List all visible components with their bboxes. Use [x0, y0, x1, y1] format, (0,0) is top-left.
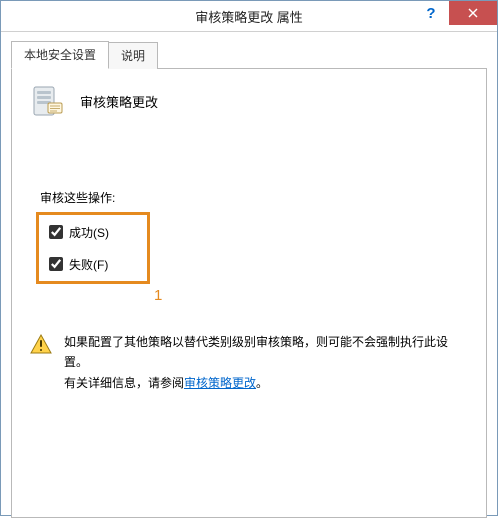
- warning-block: 如果配置了其他策略以替代类别级别审核策略，则可能不会强制执行此设置。 有关详细信…: [30, 332, 468, 393]
- audit-label: 审核这些操作:: [40, 189, 468, 206]
- tab-area: 本地安全设置 说明 审核策略更改: [1, 32, 497, 518]
- warning-line2-prefix: 有关详细信息，请参阅: [64, 376, 184, 390]
- warning-text: 如果配置了其他策略以替代类别级别审核策略，则可能不会强制执行此设置。 有关详细信…: [64, 332, 462, 393]
- warning-line2: 有关详细信息，请参阅审核策略更改。: [64, 373, 462, 393]
- warning-icon: [30, 334, 52, 354]
- checkbox-failure-row[interactable]: 失败(F): [49, 255, 137, 273]
- warning-line2-suffix: 。: [256, 376, 268, 390]
- warning-link[interactable]: 审核策略更改: [184, 376, 256, 390]
- tab-local-security[interactable]: 本地安全设置: [11, 41, 109, 69]
- close-button[interactable]: [449, 1, 497, 25]
- properties-window: 审核策略更改 属性 ? 本地安全设置 说明: [0, 0, 498, 516]
- panel-title: 审核策略更改: [80, 92, 158, 111]
- titlebar: 审核策略更改 属性 ?: [1, 1, 497, 32]
- server-icon: [30, 83, 66, 119]
- window-title: 审核策略更改 属性: [195, 7, 303, 26]
- checkbox-success-row[interactable]: 成功(S): [49, 223, 137, 241]
- tab-panel: 审核策略更改 审核这些操作: 成功(S) 失败(F) 1: [11, 68, 487, 518]
- warning-line1: 如果配置了其他策略以替代类别级别审核策略，则可能不会强制执行此设置。: [64, 332, 462, 373]
- annotation-1: 1: [154, 287, 162, 304]
- tab-explain[interactable]: 说明: [108, 42, 158, 69]
- highlight-box: 成功(S) 失败(F): [36, 212, 150, 284]
- checkbox-failure[interactable]: [49, 257, 63, 271]
- panel-header: 审核策略更改: [30, 83, 468, 119]
- checkbox-failure-label: 失败(F): [69, 256, 108, 273]
- tab-strip: 本地安全设置 说明: [11, 40, 487, 68]
- help-button[interactable]: ?: [413, 1, 449, 25]
- checkbox-success-label: 成功(S): [69, 224, 109, 241]
- checkbox-success[interactable]: [49, 225, 63, 239]
- close-icon: [468, 8, 478, 18]
- titlebar-buttons: ?: [413, 1, 497, 25]
